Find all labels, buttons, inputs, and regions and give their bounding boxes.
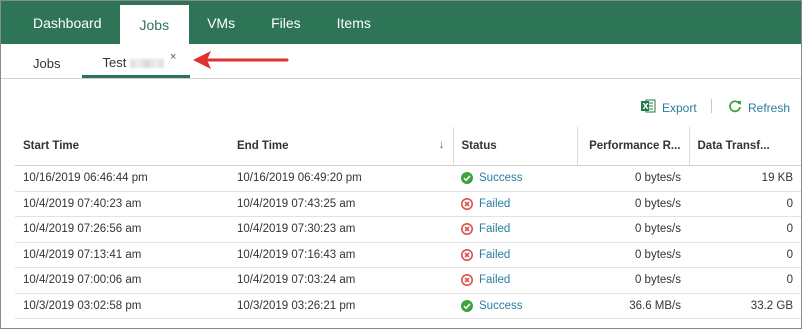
cell-status: Failed (453, 216, 577, 243)
cell-data-transferred: 33.2 GB (689, 293, 801, 319)
cell-end-time: 10/16/2019 06:49:20 pm (229, 165, 453, 192)
refresh-icon (728, 99, 742, 116)
status-label: Success (479, 299, 523, 312)
cell-start-time: 10/4/2019 07:00:06 am (15, 267, 229, 294)
status-label: Success (479, 172, 523, 185)
sort-descending-icon: ↓ (438, 139, 445, 151)
cell-status: Success (453, 293, 577, 319)
cell-end-time: 10/4/2019 07:16:43 am (229, 242, 453, 268)
x-circle-icon (461, 197, 473, 210)
sub-tab-bar: Jobs Test × (1, 44, 801, 79)
cell-start-time: 10/4/2019 07:13:41 am (15, 242, 229, 268)
job-sessions-table: Start Time End Time ↓ Status Performance … (15, 127, 801, 319)
export-label: Export (662, 100, 697, 115)
cell-performance-rate: 0 bytes/s (577, 191, 689, 217)
column-header-data-transferred[interactable]: Data Transf... (688, 127, 801, 166)
cell-start-time: 10/4/2019 07:26:56 am (15, 216, 229, 243)
tab-files[interactable]: Files (253, 1, 319, 44)
cell-end-time: 10/4/2019 07:30:23 am (229, 216, 453, 243)
subtab-test-label: Test (102, 55, 127, 70)
table-row[interactable]: 10/3/2019 03:02:58 pm 10/3/2019 03:26:21 … (15, 293, 801, 319)
column-header-performance-rate[interactable]: Performance R... (576, 127, 689, 166)
redacted-name (130, 59, 165, 69)
app-window: Dashboard Jobs VMs Files Items Jobs Test… (0, 0, 802, 329)
export-button[interactable]: X Export (641, 99, 697, 116)
cell-start-time: 10/4/2019 07:40:23 am (15, 191, 229, 217)
check-circle-icon (461, 299, 473, 312)
cell-data-transferred: 0 (689, 267, 801, 294)
subtab-jobs[interactable]: Jobs (17, 56, 76, 78)
cell-end-time: 10/3/2019 03:26:21 pm (229, 293, 453, 319)
table-header-row: Start Time End Time ↓ Status Performance … (15, 127, 801, 166)
status-link[interactable]: Success (461, 172, 569, 185)
cell-status: Success (453, 165, 577, 192)
cell-status: Failed (453, 191, 577, 217)
refresh-button[interactable]: Refresh (728, 99, 790, 116)
cell-performance-rate: 0 bytes/s (577, 165, 689, 192)
toolbar: X Export Refresh (1, 79, 801, 127)
close-tab-icon[interactable]: × (170, 51, 176, 63)
cell-status: Failed (453, 267, 577, 294)
status-label: Failed (479, 274, 511, 287)
excel-icon: X (641, 99, 656, 116)
status-link[interactable]: Failed (461, 198, 569, 210)
top-navigation: Dashboard Jobs VMs Files Items (1, 1, 801, 44)
tab-dashboard[interactable]: Dashboard (15, 1, 120, 44)
refresh-label: Refresh (748, 100, 791, 115)
x-circle-icon (461, 274, 473, 287)
status-link[interactable]: Success (461, 299, 569, 312)
cell-data-transferred: 0 (689, 216, 801, 243)
svg-text:X: X (643, 102, 650, 111)
cell-performance-rate: 0 bytes/s (577, 267, 689, 294)
cell-status: Failed (453, 242, 577, 268)
cell-start-time: 10/3/2019 03:02:58 pm (15, 293, 229, 319)
table-row[interactable]: 10/16/2019 06:46:44 pm 10/16/2019 06:49:2… (15, 165, 801, 192)
x-circle-icon (461, 248, 473, 261)
cell-data-transferred: 0 (689, 242, 801, 268)
status-link[interactable]: Failed (461, 223, 569, 235)
toolbar-divider (711, 99, 712, 113)
cell-performance-rate: 36.6 MB/s (577, 293, 689, 319)
x-circle-icon (461, 223, 473, 236)
status-label: Failed (479, 197, 511, 210)
cell-data-transferred: 0 (689, 191, 801, 217)
status-label: Failed (479, 248, 511, 261)
cell-end-time: 10/4/2019 07:43:25 am (229, 191, 453, 217)
column-header-end-time[interactable]: End Time ↓ (229, 127, 453, 166)
cell-performance-rate: 0 bytes/s (577, 216, 689, 243)
cell-performance-rate: 0 bytes/s (577, 242, 689, 268)
annotation-arrow-icon (193, 51, 289, 69)
table-row[interactable]: 10/4/2019 07:26:56 am 10/4/2019 07:30:23 … (15, 216, 801, 243)
cell-end-time: 10/4/2019 07:03:24 am (229, 267, 453, 294)
check-circle-icon (461, 172, 473, 185)
table-row[interactable]: 10/4/2019 07:00:06 am 10/4/2019 07:03:24 … (15, 267, 801, 294)
status-link[interactable]: Failed (461, 274, 569, 286)
tab-jobs[interactable]: Jobs (119, 5, 190, 44)
column-header-status[interactable]: Status (452, 127, 577, 166)
table-row[interactable]: 10/4/2019 07:13:41 am 10/4/2019 07:16:43 … (15, 242, 801, 268)
cell-start-time: 10/16/2019 06:46:44 pm (15, 165, 229, 192)
tab-items[interactable]: Items (319, 1, 389, 44)
subtab-jobs-label: Jobs (33, 56, 61, 71)
table-row[interactable]: 10/4/2019 07:40:23 am 10/4/2019 07:43:25 … (15, 191, 801, 217)
status-link[interactable]: Failed (461, 249, 569, 261)
cell-data-transferred: 19 KB (689, 165, 801, 192)
column-header-start-time[interactable]: Start Time (15, 127, 229, 166)
tab-vms[interactable]: VMs (189, 1, 253, 44)
column-header-end-time-label: End Time (237, 140, 289, 152)
status-label: Failed (479, 223, 511, 236)
